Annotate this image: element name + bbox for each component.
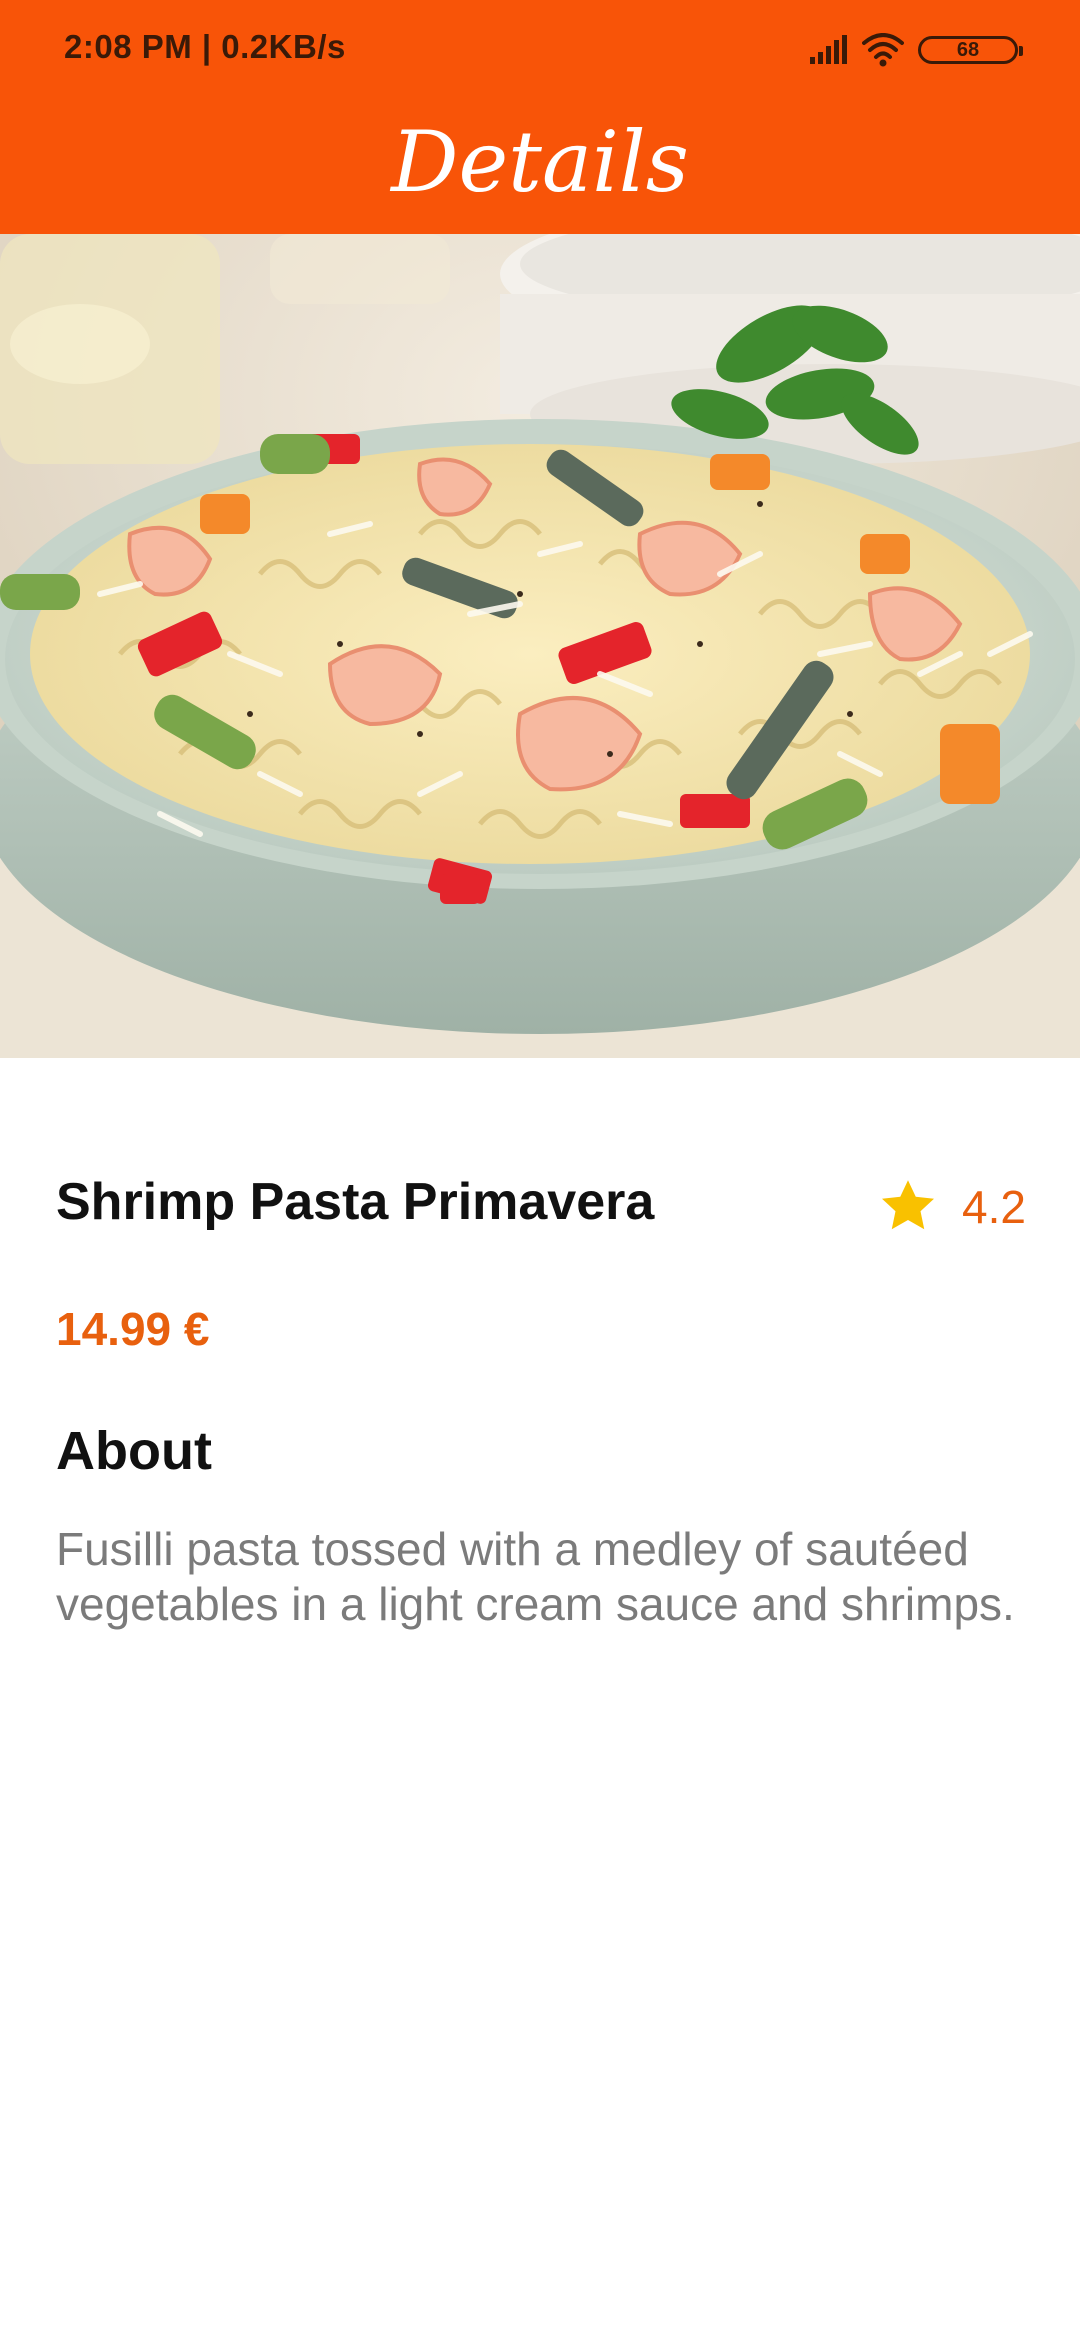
- battery-indicator: 68: [918, 36, 1023, 64]
- status-icons: 68: [808, 30, 1023, 70]
- signal-bars-icon: [810, 35, 847, 64]
- hero-image: [0, 234, 1080, 1058]
- about-description: Fusilli pasta tossed with a medley of sa…: [56, 1523, 1015, 1630]
- details-screen: 2:08 PM | 0.2KB/s 68 Details Shrimp Past…: [0, 0, 1080, 2340]
- pasta-bowl-illustration: [0, 234, 1080, 1058]
- about-heading: About: [56, 1421, 212, 1481]
- status-time: 2:08 PM | 0.2KB/s: [64, 28, 346, 65]
- rating: 4.2: [878, 1172, 1026, 1242]
- page-title: Details: [391, 113, 689, 211]
- battery-nub: [1019, 46, 1023, 56]
- app-bar: 2:08 PM | 0.2KB/s 68 Details: [0, 0, 1080, 234]
- rating-value: 4.2: [962, 1181, 1026, 1233]
- battery-level: 68: [956, 38, 980, 61]
- dish-name: Shrimp Pasta Primavera: [56, 1173, 655, 1231]
- star-icon: [882, 1180, 935, 1230]
- wifi-icon: [862, 33, 904, 67]
- price: 14.99 €: [56, 1303, 210, 1355]
